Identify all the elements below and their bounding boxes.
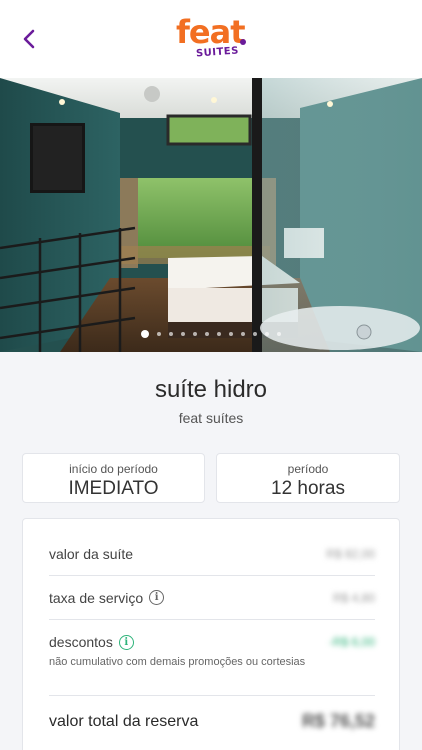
carousel-dot[interactable] [277,332,281,336]
app-header: feat SUITES [0,0,422,78]
total-label: valor total da reserva [49,712,199,730]
service-fee-label: taxa de serviço [49,589,144,606]
suite-price-label: valor da suíte [49,545,134,562]
suite-name: suíte hidro [154,376,268,403]
hotel-name: feat suítes [178,410,244,426]
carousel-dot[interactable] [181,332,185,336]
carousel-dot[interactable] [157,332,161,336]
carousel-dot[interactable] [253,332,257,336]
suite-price-value: R$ 82,00 [326,546,375,561]
chevron-left-icon [23,29,35,49]
logo-wordmark: feat [176,13,246,51]
info-icon[interactable]: i [118,634,134,650]
logo-dot [240,39,246,45]
total-value: R$ 76,52 [301,711,375,731]
carousel-dot[interactable] [241,332,245,336]
logo-subtext: SUITES [195,45,240,60]
suite-photo [0,78,422,352]
period-start-card[interactable]: início do período IMEDIATO [22,453,205,503]
discount-note: não cumulativo com demais promoções ou c… [49,656,306,668]
period-length-value: 12 horas [271,478,345,499]
discount-value: -R$ 6,00 [328,635,375,649]
suite-price-row: valor da suíte R$ 82,00 [49,532,375,576]
carousel-dot[interactable] [193,332,197,336]
carousel-indicators [0,330,422,338]
period-start-value: IMEDIATO [68,478,159,499]
carousel-dot[interactable] [141,330,149,338]
period-start-label: início do período [69,462,158,476]
service-fee-value: R$ 4,80 [332,590,375,605]
info-icon[interactable]: i [149,590,165,605]
carousel-dot[interactable] [265,332,269,336]
brand-logo: feat SUITES [176,14,250,62]
back-button[interactable] [14,24,44,54]
carousel-dot[interactable] [229,332,233,336]
service-fee-row: taxa de serviço i R$ 4,80 [49,576,375,620]
service-fee-label-group: taxa de serviço i [49,589,165,606]
discount-label: descontos [49,634,113,650]
period-length-label: período [287,462,329,476]
carousel-dot[interactable] [205,332,209,336]
period-length-card[interactable]: período 12 horas [216,453,400,503]
carousel-dot[interactable] [217,332,221,336]
total-row: valor total da reserva R$ 76,52 [49,711,375,732]
discount-label-group: descontos i [49,634,134,650]
suite-photo-carousel[interactable] [0,78,422,352]
price-summary-card: valor da suíte R$ 82,00 taxa de serviço … [22,518,400,750]
carousel-dot[interactable] [169,332,173,336]
